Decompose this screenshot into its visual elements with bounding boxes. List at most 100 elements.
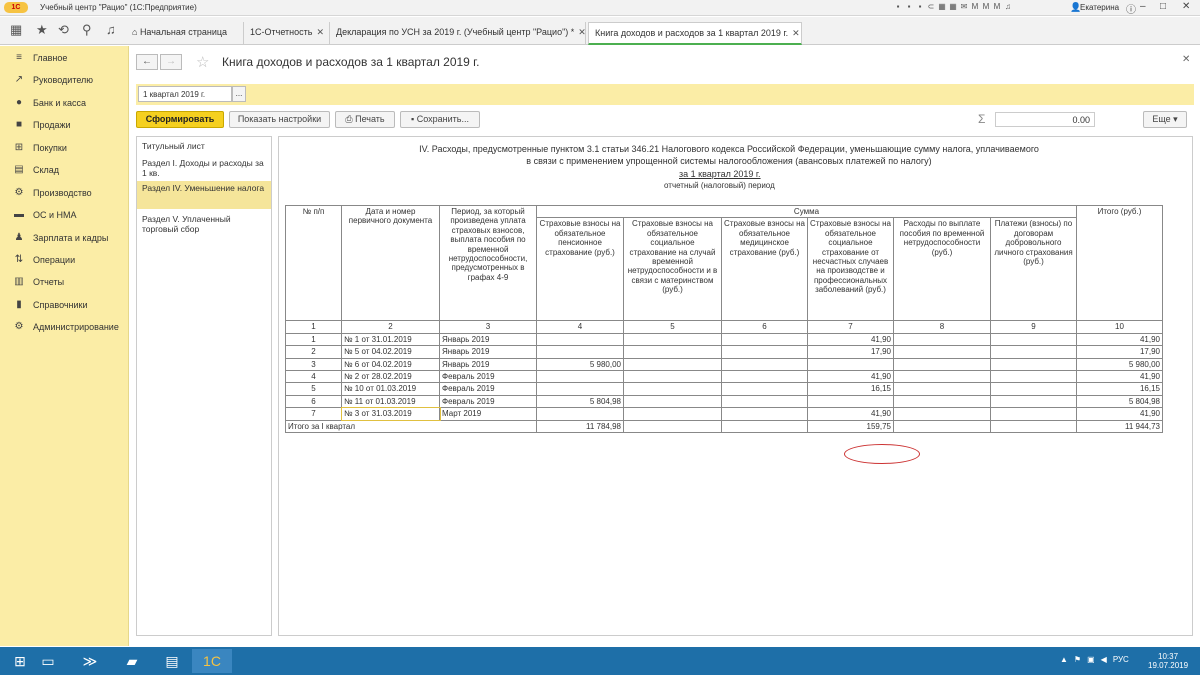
clock[interactable]: 10:37 19.07.2019 bbox=[1148, 652, 1188, 670]
cell-col6[interactable] bbox=[721, 357, 808, 372]
cell-col6[interactable] bbox=[721, 394, 808, 409]
cell-doc[interactable]: № 11 от 01.03.2019 bbox=[341, 394, 440, 409]
table-row[interactable]: 1 № 1 от 31.01.2019 Январь 2019 41,90 41… bbox=[285, 332, 1163, 347]
cell-total[interactable]: 41,90 bbox=[1076, 332, 1163, 347]
cell-col7[interactable] bbox=[807, 357, 894, 372]
cell-col5[interactable] bbox=[623, 370, 722, 384]
section-5[interactable]: Раздел V. Уплаченный торговый сбор bbox=[137, 212, 271, 236]
memory-mplus-icon[interactable]: M bbox=[982, 2, 990, 12]
calendar-icon[interactable]: ▦ bbox=[949, 2, 957, 12]
bell-icon[interactable]: ♫ bbox=[106, 23, 116, 37]
cell-col8[interactable] bbox=[893, 357, 991, 372]
tab-home[interactable]: ⌂ Начальная страница bbox=[126, 22, 244, 45]
sidebar-item-operations[interactable]: ⇅ Операции bbox=[0, 250, 129, 270]
cell-col8[interactable] bbox=[893, 382, 991, 396]
cell-col9[interactable] bbox=[990, 345, 1077, 359]
cell-period[interactable]: Февраль 2019 bbox=[439, 394, 537, 409]
search-icon[interactable]: ⚲ bbox=[82, 23, 92, 37]
cell-doc[interactable]: № 5 от 04.02.2019 bbox=[341, 345, 440, 359]
explorer-icon[interactable]: ▰ bbox=[112, 649, 152, 673]
sidebar-item-admin[interactable]: ⚙ Администрирование bbox=[0, 317, 129, 337]
sidebar-item-sales[interactable]: ■ Продажи bbox=[0, 115, 129, 135]
cell-total[interactable]: 17,90 bbox=[1076, 345, 1163, 359]
favorite-star-icon[interactable]: ☆ bbox=[196, 53, 209, 71]
sidebar-item-purchases[interactable]: ⊞ Покупки bbox=[0, 138, 129, 158]
cell-period[interactable]: Февраль 2019 bbox=[439, 382, 537, 396]
sidebar-item-catalogs[interactable]: ▮ Справочники bbox=[0, 295, 129, 315]
back-button[interactable]: ← bbox=[136, 54, 158, 70]
memory-mminus-icon[interactable]: M bbox=[993, 2, 1001, 12]
powershell-icon[interactable]: ≫ bbox=[70, 649, 110, 673]
save-icon[interactable]: ▪ bbox=[894, 2, 902, 12]
cell-col4[interactable] bbox=[536, 345, 624, 359]
cell-col9[interactable] bbox=[990, 407, 1077, 421]
cell-period[interactable]: Февраль 2019 bbox=[439, 370, 537, 384]
bell-icon[interactable]: ♫ bbox=[1004, 2, 1012, 12]
user-name[interactable]: Екатерина bbox=[1080, 3, 1119, 12]
sidebar-item-assets[interactable]: ▬ ОС и НМА bbox=[0, 205, 129, 225]
cell-col8[interactable] bbox=[893, 407, 991, 421]
apps-grid-icon[interactable]: ▦ bbox=[10, 23, 22, 37]
cell-col9[interactable] bbox=[990, 357, 1077, 372]
cell-doc[interactable]: № 10 от 01.03.2019 bbox=[341, 382, 440, 396]
language-indicator[interactable]: РУС bbox=[1113, 655, 1129, 664]
section-title-page[interactable]: Титульный лист bbox=[137, 139, 271, 153]
cell-total[interactable]: 5 804,98 bbox=[1076, 394, 1163, 409]
cell-period[interactable]: Январь 2019 bbox=[439, 345, 537, 359]
cell-col8[interactable] bbox=[893, 394, 991, 409]
sidebar-item-bank[interactable]: ● Банк и касса bbox=[0, 93, 129, 113]
cell-col7[interactable]: 17,90 bbox=[807, 345, 894, 359]
cell-col7[interactable] bbox=[807, 394, 894, 409]
cell-col5[interactable] bbox=[623, 394, 722, 409]
cell-col7[interactable]: 41,90 bbox=[807, 332, 894, 347]
cell-col8[interactable] bbox=[893, 370, 991, 384]
period-select-button[interactable]: ... bbox=[232, 86, 246, 102]
server-manager-icon[interactable]: ▭ bbox=[28, 649, 68, 673]
cell-col5[interactable] bbox=[623, 332, 722, 347]
more-button[interactable]: Еще ▾ bbox=[1143, 111, 1187, 128]
history-icon[interactable]: ⟲ bbox=[58, 23, 69, 37]
close-icon[interactable]: ✕ bbox=[316, 27, 324, 37]
print-icon[interactable]: ▪ bbox=[905, 2, 913, 12]
sidebar-item-payroll[interactable]: ♟ Зарплата и кадры bbox=[0, 228, 129, 248]
cell-col4[interactable]: 5 804,98 bbox=[536, 394, 624, 409]
cell-col6[interactable] bbox=[721, 382, 808, 396]
cell-col7[interactable]: 41,90 bbox=[807, 407, 894, 421]
sidebar-item-main[interactable]: ≡ Главное bbox=[0, 48, 129, 68]
cell-col4[interactable]: 5 980,00 bbox=[536, 357, 624, 372]
cell-col4[interactable] bbox=[536, 332, 624, 347]
preview-icon[interactable]: ▪ bbox=[916, 2, 924, 12]
cell-col9[interactable] bbox=[990, 370, 1077, 384]
tab-1c-reporting[interactable]: 1С-Отчетность ✕ bbox=[244, 22, 330, 45]
cell-col9[interactable] bbox=[990, 332, 1077, 347]
table-row[interactable]: 3 № 6 от 04.02.2019 Январь 2019 5 980,00… bbox=[285, 357, 1163, 372]
cell-total[interactable]: 41,90 bbox=[1076, 370, 1163, 384]
sidebar-item-manager[interactable]: ↗ Руководителю bbox=[0, 70, 129, 90]
cell-col9[interactable] bbox=[990, 382, 1077, 396]
cell-doc[interactable]: № 2 от 28.02.2019 bbox=[341, 370, 440, 384]
cell-doc[interactable]: № 6 от 04.02.2019 bbox=[341, 357, 440, 372]
cell-col4[interactable] bbox=[536, 382, 624, 396]
cell-col5[interactable] bbox=[623, 357, 722, 372]
arrow-up-icon[interactable]: ▲ bbox=[1060, 655, 1068, 664]
1c-app-icon[interactable]: 1С bbox=[192, 649, 232, 673]
close-icon[interactable]: ✕ bbox=[578, 27, 586, 37]
section-4[interactable]: Раздел IV. Уменьшение налога bbox=[137, 181, 271, 209]
cell-col6[interactable] bbox=[721, 345, 808, 359]
table-row[interactable]: 2 № 5 от 04.02.2019 Январь 2019 17,90 17… bbox=[285, 345, 1163, 359]
tab-declaration[interactable]: Декларация по УСН за 2019 г. (Учебный це… bbox=[330, 22, 586, 45]
print-button[interactable]: ⎙ Печать bbox=[335, 111, 395, 128]
sidebar-item-reports[interactable]: ▥ Отчеты bbox=[0, 272, 129, 292]
tab-income-book[interactable]: Книга доходов и расходов за 1 квартал 20… bbox=[588, 22, 802, 45]
cell-col6[interactable] bbox=[721, 407, 808, 421]
cell-period[interactable]: Март 2019 bbox=[439, 407, 537, 421]
calc-icon[interactable]: ▦ bbox=[938, 2, 946, 12]
cell-period[interactable]: Январь 2019 bbox=[439, 332, 537, 347]
close-window-button[interactable]: ✕ bbox=[1182, 1, 1190, 12]
table-row[interactable]: 7 № 3 от 31.03.2019 Март 2019 41,90 41,9… bbox=[285, 406, 1163, 422]
cell-doc-selected[interactable]: № 3 от 31.03.2019 bbox=[340, 406, 441, 422]
info-icon[interactable]: ⓘ bbox=[1126, 1, 1136, 16]
cell-col5[interactable] bbox=[623, 345, 722, 359]
link-icon[interactable]: ⊂ bbox=[927, 2, 935, 12]
cell-col6[interactable] bbox=[721, 370, 808, 384]
